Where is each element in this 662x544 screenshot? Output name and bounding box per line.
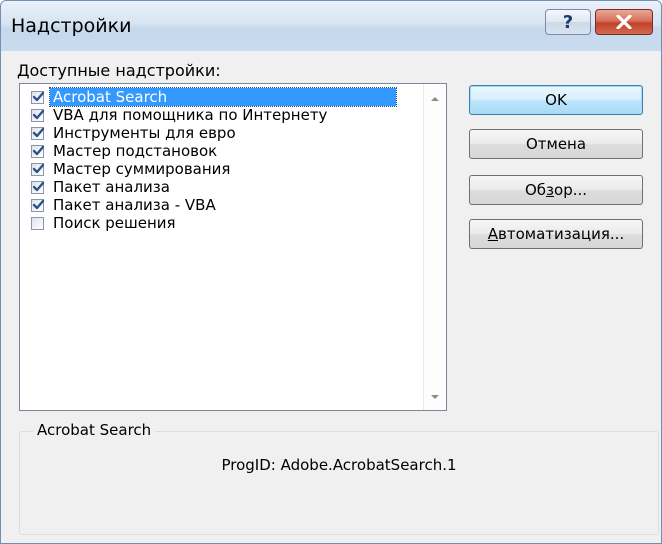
addin-label: Инструменты для евро [53,124,236,142]
addin-checkbox[interactable] [31,90,45,104]
addins-rows: Acrobat Search VBA для помощника по Интер… [20,87,424,232]
addin-checkbox[interactable] [31,144,45,158]
checkmark-icon [32,109,45,119]
checkmark-icon [32,181,45,191]
addin-list-item[interactable]: Мастер подстановок [20,142,424,160]
close-button[interactable] [595,9,653,35]
scroll-up-arrow-icon[interactable] [428,94,442,104]
addins-listbox[interactable]: Acrobat Search VBA для помощника по Интер… [19,83,447,411]
addins-list-label: Доступные надстройки: [17,61,221,80]
cancel-button[interactable]: Отмена [469,129,643,159]
dialog-title: Надстройки [11,15,132,37]
browse-label-end: ор... [554,181,588,199]
addin-label: Пакет анализа [53,178,170,196]
checkmark-icon [32,199,45,209]
addin-label: Пакет анализа - VBA [53,196,216,214]
addin-list-item[interactable]: VBA для помощника по Интернету [20,106,424,124]
question-mark-icon: ? [562,11,574,33]
addin-list-item[interactable]: Acrobat Search [20,87,424,107]
ok-button[interactable]: OK [469,85,643,115]
addin-checkbox[interactable] [31,108,45,122]
automation-mnemonic: А [487,225,499,243]
addin-checkbox[interactable] [31,180,45,194]
addin-label: Мастер подстановок [53,142,218,160]
addin-label: VBA для помощника по Интернету [53,106,328,124]
close-x-icon [616,15,632,29]
addin-checkbox[interactable] [31,216,44,230]
checkmark-icon [32,163,45,173]
addin-label: Мастер суммирования [53,160,231,178]
addin-details-group [19,431,659,535]
checkmark-icon [32,145,45,155]
browse-label-start: Об [524,181,547,199]
browse-button[interactable]: Об з ор... [469,175,643,205]
browse-mnemonic: з [546,181,555,199]
addin-list-item[interactable]: Инструменты для евро [20,124,424,142]
addin-checkbox[interactable] [31,126,45,140]
automation-button[interactable]: Автоматизация... [469,219,643,249]
vertical-scrollbar[interactable] [423,84,446,410]
addin-list-item[interactable]: Пакет анализа - VBA [20,196,424,214]
checkmark-icon [32,127,45,137]
checkmark-icon [32,91,45,101]
scroll-down-arrow-icon[interactable] [428,392,442,402]
addin-progid: ProgID: Adobe.AcrobatSearch.1 [221,456,457,474]
addin-label: Acrobat Search [49,87,397,107]
addin-label: Поиск решения [53,214,176,232]
addin-list-item[interactable]: Пакет анализа [20,178,424,196]
help-button[interactable]: ? [545,9,591,35]
addin-checkbox[interactable] [31,198,45,212]
addin-list-item[interactable]: Поиск решения [20,214,424,232]
title-bar: Надстройки ? [1,1,661,51]
addin-details-title: Acrobat Search [33,421,156,439]
addin-checkbox[interactable] [31,162,45,176]
automation-label-end: втоматизация... [498,225,625,243]
addins-dialog: Надстройки ? Доступные надстройки: Acrob… [0,0,662,544]
addin-list-item[interactable]: Мастер суммирования [20,160,424,178]
